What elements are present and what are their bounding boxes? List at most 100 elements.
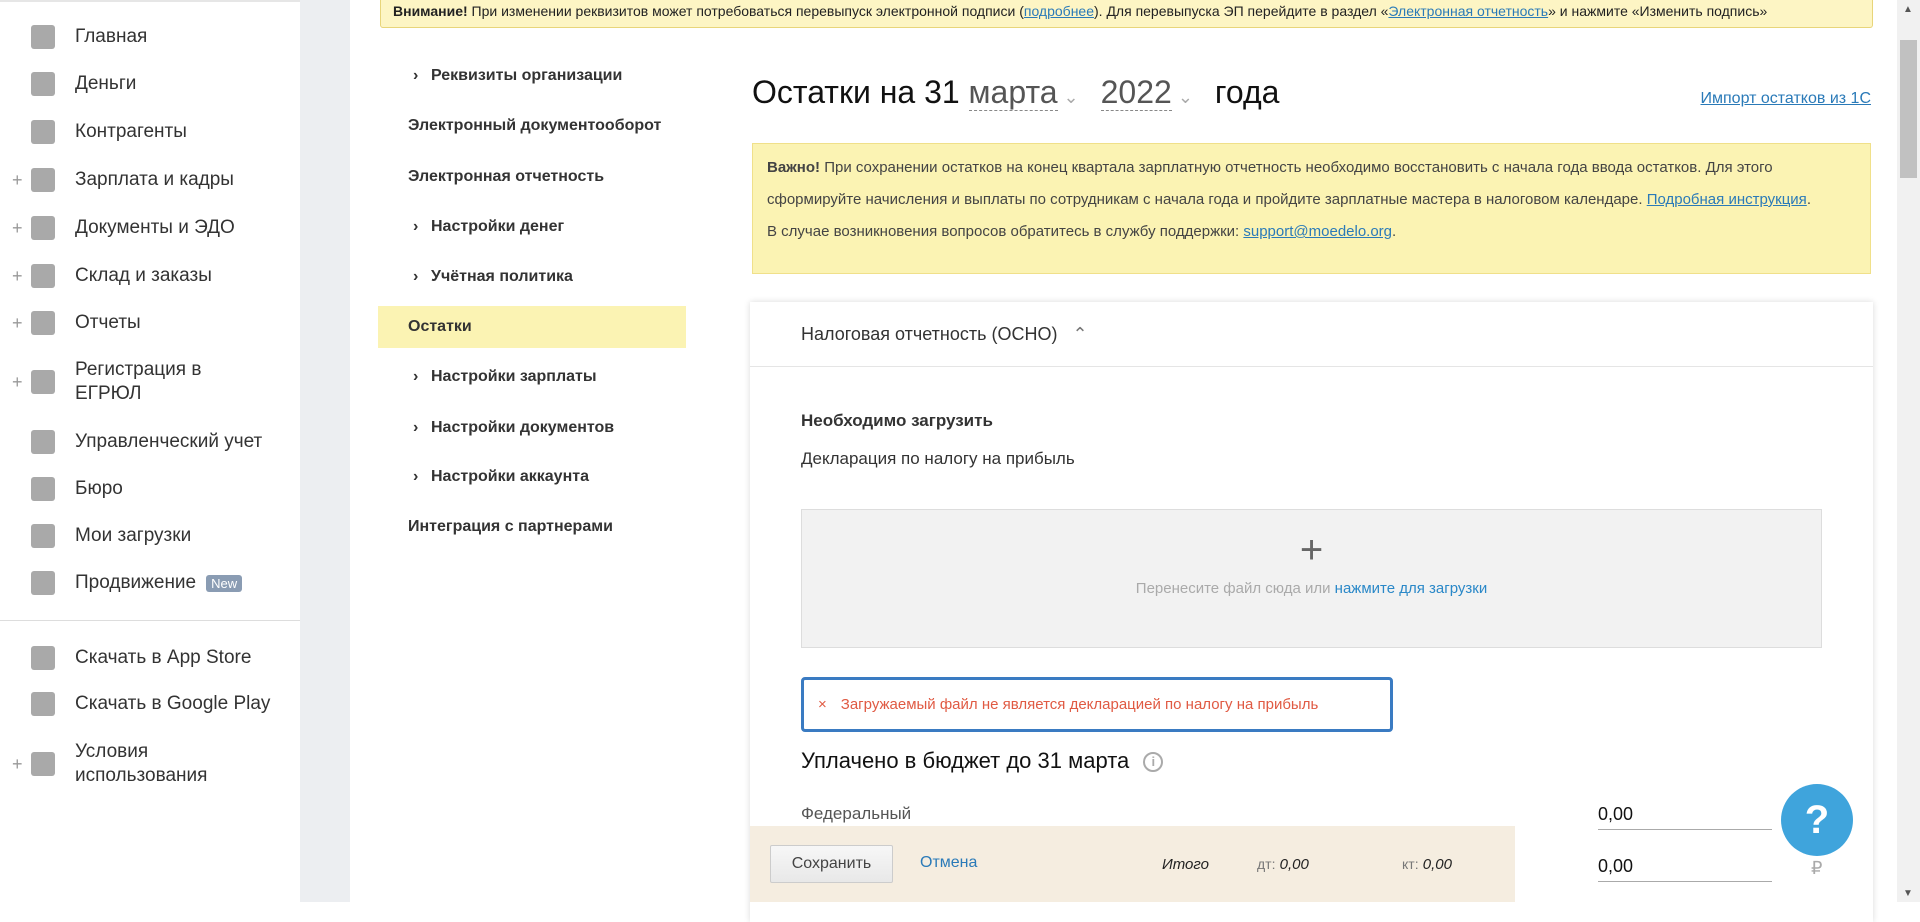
nav-label: Электронный документооборот (408, 117, 662, 134)
cancel-link[interactable]: Отмена (920, 854, 977, 872)
new-badge: New (206, 574, 243, 592)
sidebar-item-label: Деньги (75, 73, 137, 94)
total-label: Итого (1162, 856, 1209, 873)
card-header[interactable]: Налоговая отчетность (ОСНО) ⌃ (750, 302, 1873, 367)
info-icon[interactable]: i (1143, 752, 1164, 773)
declaration-label: Декларация по налогу на прибыль (801, 449, 1075, 468)
help-button[interactable]: ? (1781, 784, 1853, 856)
paid-title: Уплачено в бюджет до 31 марта i (801, 748, 1164, 774)
plus-icon: + (1299, 528, 1324, 572)
settings-nav-item[interactable]: Остатки (408, 318, 472, 336)
credit-label: кт: (1402, 856, 1419, 872)
sidebar-item[interactable]: Бюро (0, 477, 300, 501)
nav-label: Реквизиты организации (431, 67, 623, 84)
sidebar-item[interactable]: Главная (0, 25, 300, 49)
money-icon (31, 72, 55, 96)
upload-required-title: Необходимо загрузить (801, 411, 993, 430)
settings-nav-item[interactable]: Интеграция с партнерами (408, 518, 613, 536)
briefcase-icon (31, 477, 55, 501)
scrollbar-thumb[interactable] (1900, 40, 1917, 178)
expand-plus-icon[interactable]: + (12, 170, 23, 191)
settings-nav-item[interactable]: › Настройки зарплаты (413, 368, 597, 386)
nav-label: Настройки аккаунта (431, 468, 589, 485)
settings-nav-item[interactable]: › Реквизиты организации (413, 67, 623, 85)
sidebar-item-label: Зарплата и кадры (75, 169, 234, 190)
error-message: × Загружаемый файл не является декларацие… (801, 677, 1393, 732)
sidebar-item-label: Документы и ЭДО (75, 217, 235, 238)
warning-banner: Внимание! При изменении реквизитов может… (380, 0, 1873, 28)
sidebar-item[interactable]: + Зарплата и кадры (0, 168, 300, 192)
scroll-up-icon[interactable]: ▲ (1903, 4, 1913, 15)
chevron-down-icon[interactable]: ⌄ (1064, 87, 1079, 107)
sidebar-item[interactable]: + Регистрация в ЕГРЮЛ (0, 359, 300, 404)
sidebar-item[interactable]: + Отчеты (0, 311, 300, 335)
sidebar-item[interactable]: Контрагенты (0, 120, 300, 144)
notice-bold: Важно! (767, 159, 821, 176)
year-select[interactable]: 2022 (1100, 74, 1172, 111)
banner-bold: Внимание! (393, 3, 468, 19)
error-x-icon: × (818, 696, 827, 713)
sidebar-item[interactable]: Продвижение New (0, 571, 300, 595)
e-reporting-link[interactable]: Электронная отчетность (1388, 3, 1548, 19)
warehouse-icon (31, 264, 55, 288)
nav-label: Настройки документов (431, 419, 615, 436)
import-1c-link[interactable]: Импорт остатков из 1С (1701, 90, 1872, 108)
expand-plus-icon[interactable]: + (12, 266, 23, 287)
instruction-link[interactable]: Подробная инструкция (1647, 191, 1807, 208)
chevron-right-icon: › (413, 67, 419, 84)
settings-nav-item[interactable]: › Учётная политика (413, 268, 573, 286)
sidebar-item-label: Бюро (75, 478, 123, 499)
expand-plus-icon[interactable]: + (12, 313, 23, 334)
amount-input[interactable] (1598, 852, 1772, 882)
chart-icon (31, 571, 55, 595)
sidebar-item[interactable]: Управленческий учет (0, 430, 300, 454)
month-select[interactable]: марта (968, 74, 1058, 111)
sidebar-item[interactable]: Деньги (0, 72, 300, 96)
federal-amount-input[interactable] (1598, 800, 1772, 830)
sidebar-item-label: Контрагенты (75, 121, 187, 142)
chevron-right-icon: › (413, 218, 419, 235)
chevron-right-icon: › (413, 268, 419, 285)
home-icon (31, 25, 55, 49)
sidebar-item-label: Отчеты (75, 312, 141, 333)
nav-label: Учётная политика (431, 268, 573, 285)
sidebar-item-label: Условия использования (75, 741, 208, 786)
scroll-down-icon[interactable]: ▼ (1903, 888, 1913, 899)
chevron-up-icon[interactable]: ⌃ (1073, 324, 1088, 344)
chevron-down-icon[interactable]: ⌄ (1178, 87, 1193, 107)
more-link[interactable]: подробнее (1024, 3, 1094, 19)
sidebar-item[interactable]: Скачать в App Store (0, 646, 300, 670)
nav-label: Интеграция с партнерами (408, 518, 613, 535)
expand-plus-icon[interactable]: + (12, 754, 23, 775)
sidebar-item[interactable]: + Документы и ЭДО (0, 216, 300, 240)
error-text: Загружаемый файл не является декларацией… (840, 696, 1319, 713)
reports-icon (31, 311, 55, 335)
dropzone-text: Перенесите файл сюда или (1135, 580, 1335, 597)
sidebar-item[interactable]: + Склад и заказы (0, 264, 300, 288)
upload-link[interactable]: нажмите для загрузки (1335, 580, 1488, 597)
sidebar-item[interactable]: Мои загрузки (0, 524, 300, 548)
sidebar-item[interactable]: + Условия использования (0, 741, 300, 786)
card-title: Налоговая отчетность (ОСНО) (801, 324, 1058, 344)
paid-title-text: Уплачено в бюджет до 31 марта (801, 748, 1130, 773)
expand-plus-icon[interactable]: + (12, 372, 23, 393)
sidebar-item[interactable]: Скачать в Google Play (0, 692, 300, 716)
file-dropzone[interactable]: + Перенесите файл сюда или нажмите для з… (801, 509, 1822, 648)
credit-value: 0,00 (1422, 856, 1452, 873)
apple-icon (31, 646, 55, 670)
bottom-action-bar: Сохранить Отмена Итого дт: 0,00 кт: 0,00 (750, 826, 1515, 902)
support-email-link[interactable]: support@moedelo.org (1243, 223, 1392, 240)
settings-nav-item[interactable]: › Настройки денег (413, 218, 564, 236)
gutter (300, 0, 350, 902)
settings-nav-item[interactable]: Электронный документооборот (408, 117, 661, 135)
folder-icon (31, 524, 55, 548)
settings-nav-item[interactable]: › Настройки аккаунта (413, 468, 589, 486)
save-button[interactable]: Сохранить (770, 845, 893, 883)
expand-plus-icon[interactable]: + (12, 218, 23, 239)
registration-icon (31, 370, 55, 394)
sidebar-item-label: Продвижение New (75, 571, 243, 596)
title-prefix: Остатки на 31 (752, 74, 969, 110)
settings-nav-item[interactable]: Электронная отчетность (408, 168, 604, 186)
sidebar-item-label: Регистрация в ЕГРЮЛ (75, 359, 202, 404)
settings-nav-item[interactable]: › Настройки документов (413, 419, 615, 437)
